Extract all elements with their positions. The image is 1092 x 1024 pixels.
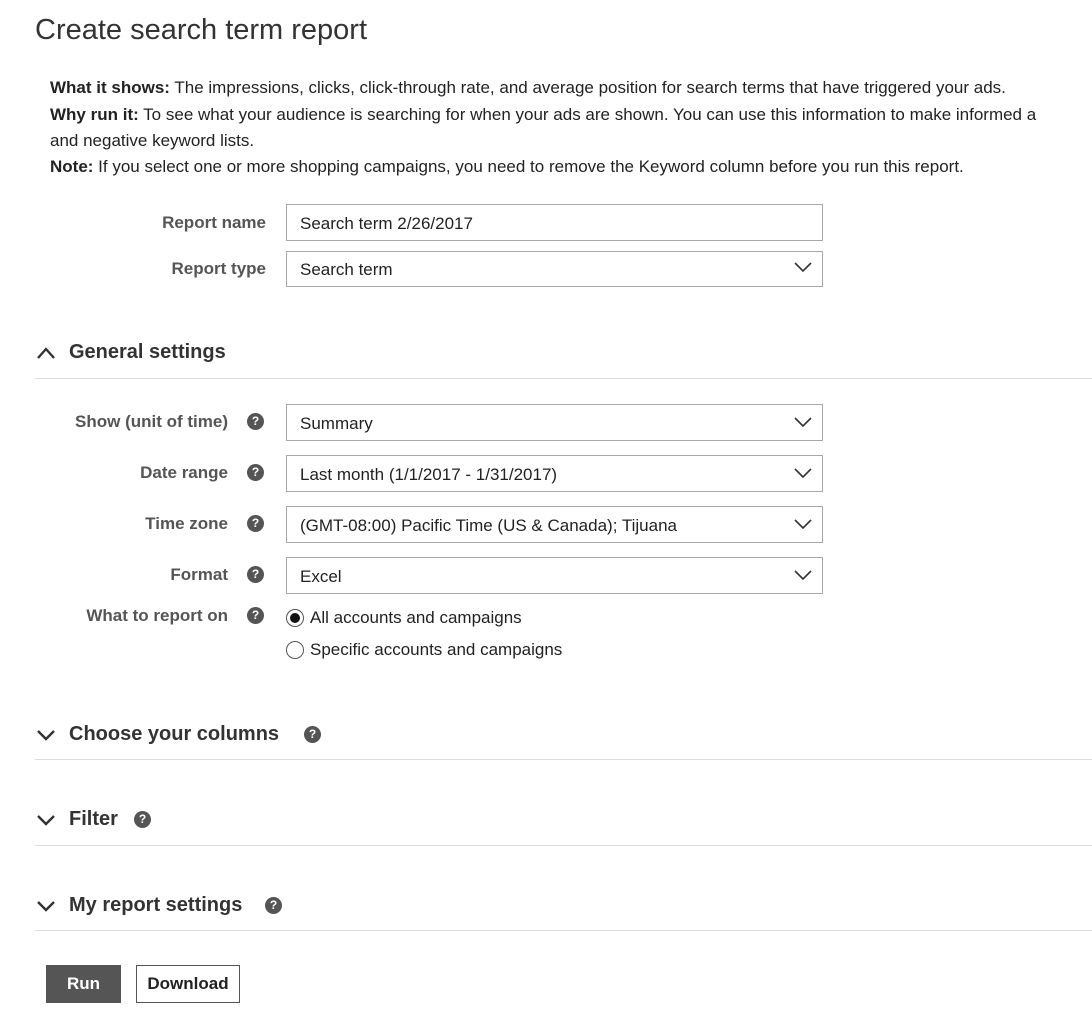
chevron-down-icon <box>37 815 55 826</box>
radio-specific-accounts[interactable] <box>286 641 304 659</box>
format-select[interactable]: Excel <box>286 557 823 594</box>
unit-of-time-select[interactable]: Summary <box>286 404 823 441</box>
format-label: Format <box>170 565 228 584</box>
chevron-down-icon <box>794 417 812 428</box>
chevron-down-icon <box>37 901 55 912</box>
unit-of-time-label: Show (unit of time) <box>75 412 228 431</box>
help-icon[interactable]: ? <box>247 464 264 481</box>
report-name-input[interactable]: Search term 2/26/2017 <box>286 204 823 241</box>
help-icon[interactable]: ? <box>247 607 264 624</box>
chevron-down-icon <box>794 570 812 581</box>
help-icon[interactable]: ? <box>247 515 264 532</box>
report-type-label: Report type <box>171 259 266 278</box>
divider <box>35 930 1092 931</box>
chevron-down-icon <box>794 468 812 479</box>
help-icon[interactable]: ? <box>265 897 282 914</box>
divider <box>35 759 1092 760</box>
report-type-select[interactable]: Search term <box>286 251 823 287</box>
radio-specific-accounts-label[interactable]: Specific accounts and campaigns <box>310 640 562 660</box>
why-run-it-cont: and negative keyword lists. <box>50 131 255 150</box>
why-run-it: Why run it: To see what your audience is… <box>50 105 1037 124</box>
radio-all-accounts-label[interactable]: All accounts and campaigns <box>310 608 522 628</box>
note: Note: If you select one or more shopping… <box>50 157 964 176</box>
date-range-select[interactable]: Last month (1/1/2017 - 1/31/2017) <box>286 455 823 492</box>
divider <box>35 378 1092 379</box>
chevron-down-icon <box>37 730 55 741</box>
help-icon[interactable]: ? <box>247 413 264 430</box>
date-range-label: Date range <box>140 463 228 482</box>
chevron-down-icon <box>794 262 812 273</box>
chevron-up-icon <box>37 347 55 359</box>
time-zone-label: Time zone <box>145 514 228 533</box>
help-icon[interactable]: ? <box>304 726 321 743</box>
help-icon[interactable]: ? <box>134 811 151 828</box>
time-zone-select[interactable]: (GMT-08:00) Pacific Time (US & Canada); … <box>286 506 823 543</box>
chevron-down-icon <box>794 519 812 530</box>
report-on-label: What to report on <box>86 606 228 625</box>
divider <box>35 845 1092 846</box>
download-button[interactable]: Download <box>136 965 240 1003</box>
help-icon[interactable]: ? <box>247 566 264 583</box>
what-it-shows: What it shows: The impressions, clicks, … <box>50 78 1006 97</box>
run-button[interactable]: Run <box>46 965 121 1003</box>
report-name-label: Report name <box>162 213 266 232</box>
page-title: Create search term report <box>35 14 368 46</box>
radio-all-accounts[interactable] <box>286 609 304 627</box>
